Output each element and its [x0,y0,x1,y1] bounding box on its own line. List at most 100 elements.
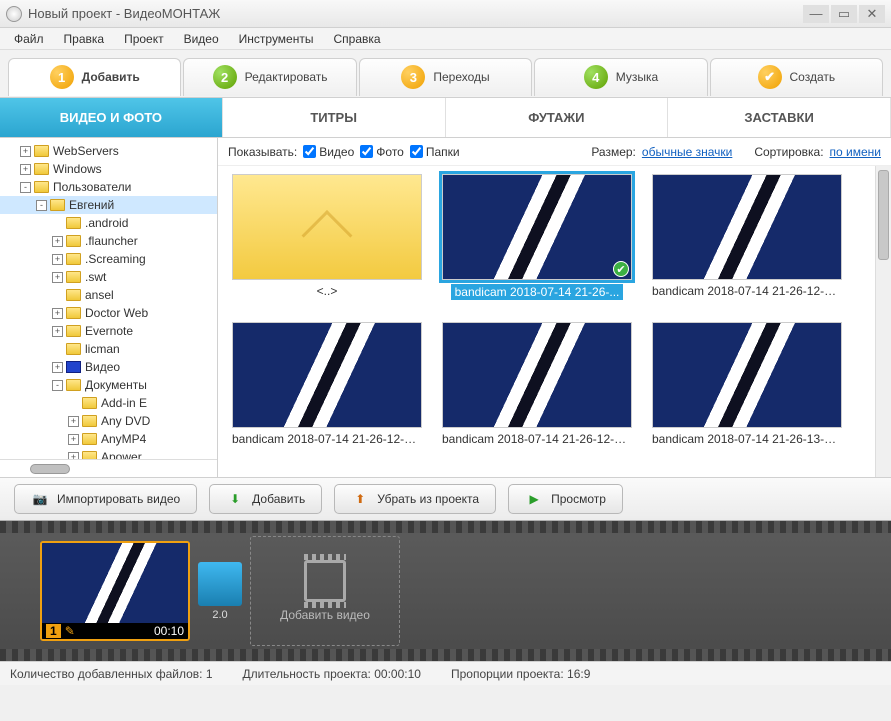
tree-toggle-icon[interactable]: + [68,416,79,427]
thumbnail-caption: bandicam 2018-07-14 21-26-12-96... [442,432,632,446]
tree-item-label: .flauncher [85,234,138,248]
tree-toggle-icon[interactable]: + [52,308,63,319]
step-create[interactable]: ✔Создать [710,58,883,96]
menu-video[interactable]: Видео [174,30,229,48]
tree-toggle-icon[interactable]: + [52,254,63,265]
filmstrip-bottom [0,649,891,661]
tree-item[interactable]: ansel [0,286,217,304]
import-video-button[interactable]: 📷Импортировать видео [14,484,197,514]
filter-photo-checkbox[interactable] [360,145,373,158]
filmstrip-top [0,521,891,533]
folder-icon [66,307,81,319]
folder-icon [82,415,97,427]
folder-tree[interactable]: +WebServers+Windows-Пользователи-Евгений… [0,138,217,459]
filter-folders-check[interactable]: Папки [410,145,460,159]
tree-item[interactable]: licman [0,340,217,358]
step-tabs: 1Добавить 2Редактировать 3Переходы 4Музы… [0,50,891,98]
tree-item[interactable]: Add-in E [0,394,217,412]
transition-slot[interactable] [198,562,242,606]
close-button[interactable]: ✕ [859,5,885,23]
tree-toggle-icon[interactable]: - [20,182,31,193]
tree-item-label: Windows [53,162,102,176]
tree-item[interactable]: -Евгений [0,196,217,214]
tree-item-label: AnyMP4 [101,432,146,446]
menu-tools[interactable]: Инструменты [229,30,324,48]
step-music[interactable]: 4Музыка [534,58,707,96]
filter-photo-check[interactable]: Фото [360,145,404,159]
filter-folders-checkbox[interactable] [410,145,423,158]
tree-item[interactable]: .android [0,214,217,232]
tree-item[interactable]: +.swt [0,268,217,286]
tab-video-photo[interactable]: ВИДЕО И ФОТО [0,98,223,137]
tree-item[interactable]: + AnyMP4 [0,430,217,448]
tree-item[interactable]: +Doctor Web [0,304,217,322]
tree-item[interactable]: +Видео [0,358,217,376]
grid-video-item[interactable]: bandicam 2018-07-14 21-26-12-85... [228,322,426,462]
filter-video-checkbox[interactable] [303,145,316,158]
menu-project[interactable]: Проект [114,30,174,48]
thumbnail-image [652,322,842,428]
menu-file[interactable]: Файл [4,30,54,48]
tree-toggle-icon[interactable]: + [68,452,79,460]
tree-item[interactable]: + Windows [0,160,217,178]
tree-toggle-icon[interactable]: + [52,272,63,283]
menu-help[interactable]: Справка [323,30,390,48]
grid-video-item[interactable]: bandicam 2018-07-14 21-26-13-18... [648,322,846,462]
tree-toggle-icon[interactable]: + [52,236,63,247]
add-video-slot[interactable]: Добавить видео [250,536,400,646]
minimize-button[interactable]: — [803,5,829,23]
tab-intros[interactable]: ЗАСТАВКИ [668,98,891,137]
step-add[interactable]: 1Добавить [8,58,181,96]
tree-item[interactable]: + .flauncher [0,232,217,250]
tree-item[interactable]: +.Screaming [0,250,217,268]
filter-video-check[interactable]: Видео [303,145,354,159]
tree-item-label: ansel [85,288,114,302]
step-edit[interactable]: 2Редактировать [183,58,356,96]
size-link[interactable]: обычные значки [642,145,732,159]
tab-titles[interactable]: ТИТРЫ [223,98,446,137]
step-edit-label: Редактировать [245,70,328,84]
tree-hscrollbar[interactable] [0,459,217,477]
step-trans-label: Переходы [433,70,489,84]
reel-icon [304,560,346,602]
arrow-down-icon: ⬇ [226,490,244,508]
folder-icon [66,235,81,247]
tree-toggle-icon[interactable]: + [20,164,31,175]
tree-toggle-icon[interactable]: + [52,326,63,337]
thumbnail-grid[interactable]: <..>✔bandicam 2018-07-14 21-26-...bandic… [218,166,891,477]
menu-edit[interactable]: Правка [54,30,115,48]
status-aspect-value: 16:9 [567,667,590,681]
step-transitions[interactable]: 3Переходы [359,58,532,96]
tab-footage[interactable]: ФУТАЖИ [446,98,669,137]
maximize-button[interactable]: ▭ [831,5,857,23]
sort-link[interactable]: по имени [830,145,881,159]
tree-toggle-icon[interactable]: + [68,434,79,445]
tree-toggle-icon[interactable]: + [20,146,31,157]
tree-item[interactable]: +WebServers [0,142,217,160]
tree-toggle-icon[interactable]: - [52,380,63,391]
grid-folder-item[interactable]: <..> [228,174,426,314]
timeline-clip[interactable]: 1 ✎ 00:10 [40,541,190,641]
tree-item-label: Evernote [85,324,133,338]
tree-item[interactable]: - Пользователи [0,178,217,196]
preview-button[interactable]: ▶Просмотр [508,484,623,514]
tree-item[interactable]: -Документы [0,376,217,394]
grid-vscrollbar[interactable] [875,166,891,477]
tree-toggle-icon[interactable]: + [52,362,63,373]
grid-video-item[interactable]: bandicam 2018-07-14 21-26-12-53... [648,174,846,314]
tree-item[interactable]: +Any DVD [0,412,217,430]
remove-button[interactable]: ⬆Убрать из проекта [334,484,496,514]
grid-video-item[interactable]: bandicam 2018-07-14 21-26-12-96... [438,322,636,462]
grid-video-item[interactable]: ✔bandicam 2018-07-14 21-26-... [438,174,636,314]
title-bar: Новый проект - ВидеоМОНТАЖ — ▭ ✕ [0,0,891,28]
tree-toggle-icon[interactable]: - [36,200,47,211]
source-tabs: ВИДЕО И ФОТО ТИТРЫ ФУТАЖИ ЗАСТАВКИ [0,98,891,138]
tree-item[interactable]: +Apower [0,448,217,459]
folder-icon [34,163,49,175]
tree-item-label: Пользователи [53,180,131,194]
tree-item[interactable]: + Evernote [0,322,217,340]
thumbnail-image [232,322,422,428]
edit-clip-icon[interactable]: ✎ [65,624,75,638]
add-button[interactable]: ⬇Добавить [209,484,322,514]
tree-item-label: licman [85,342,120,356]
